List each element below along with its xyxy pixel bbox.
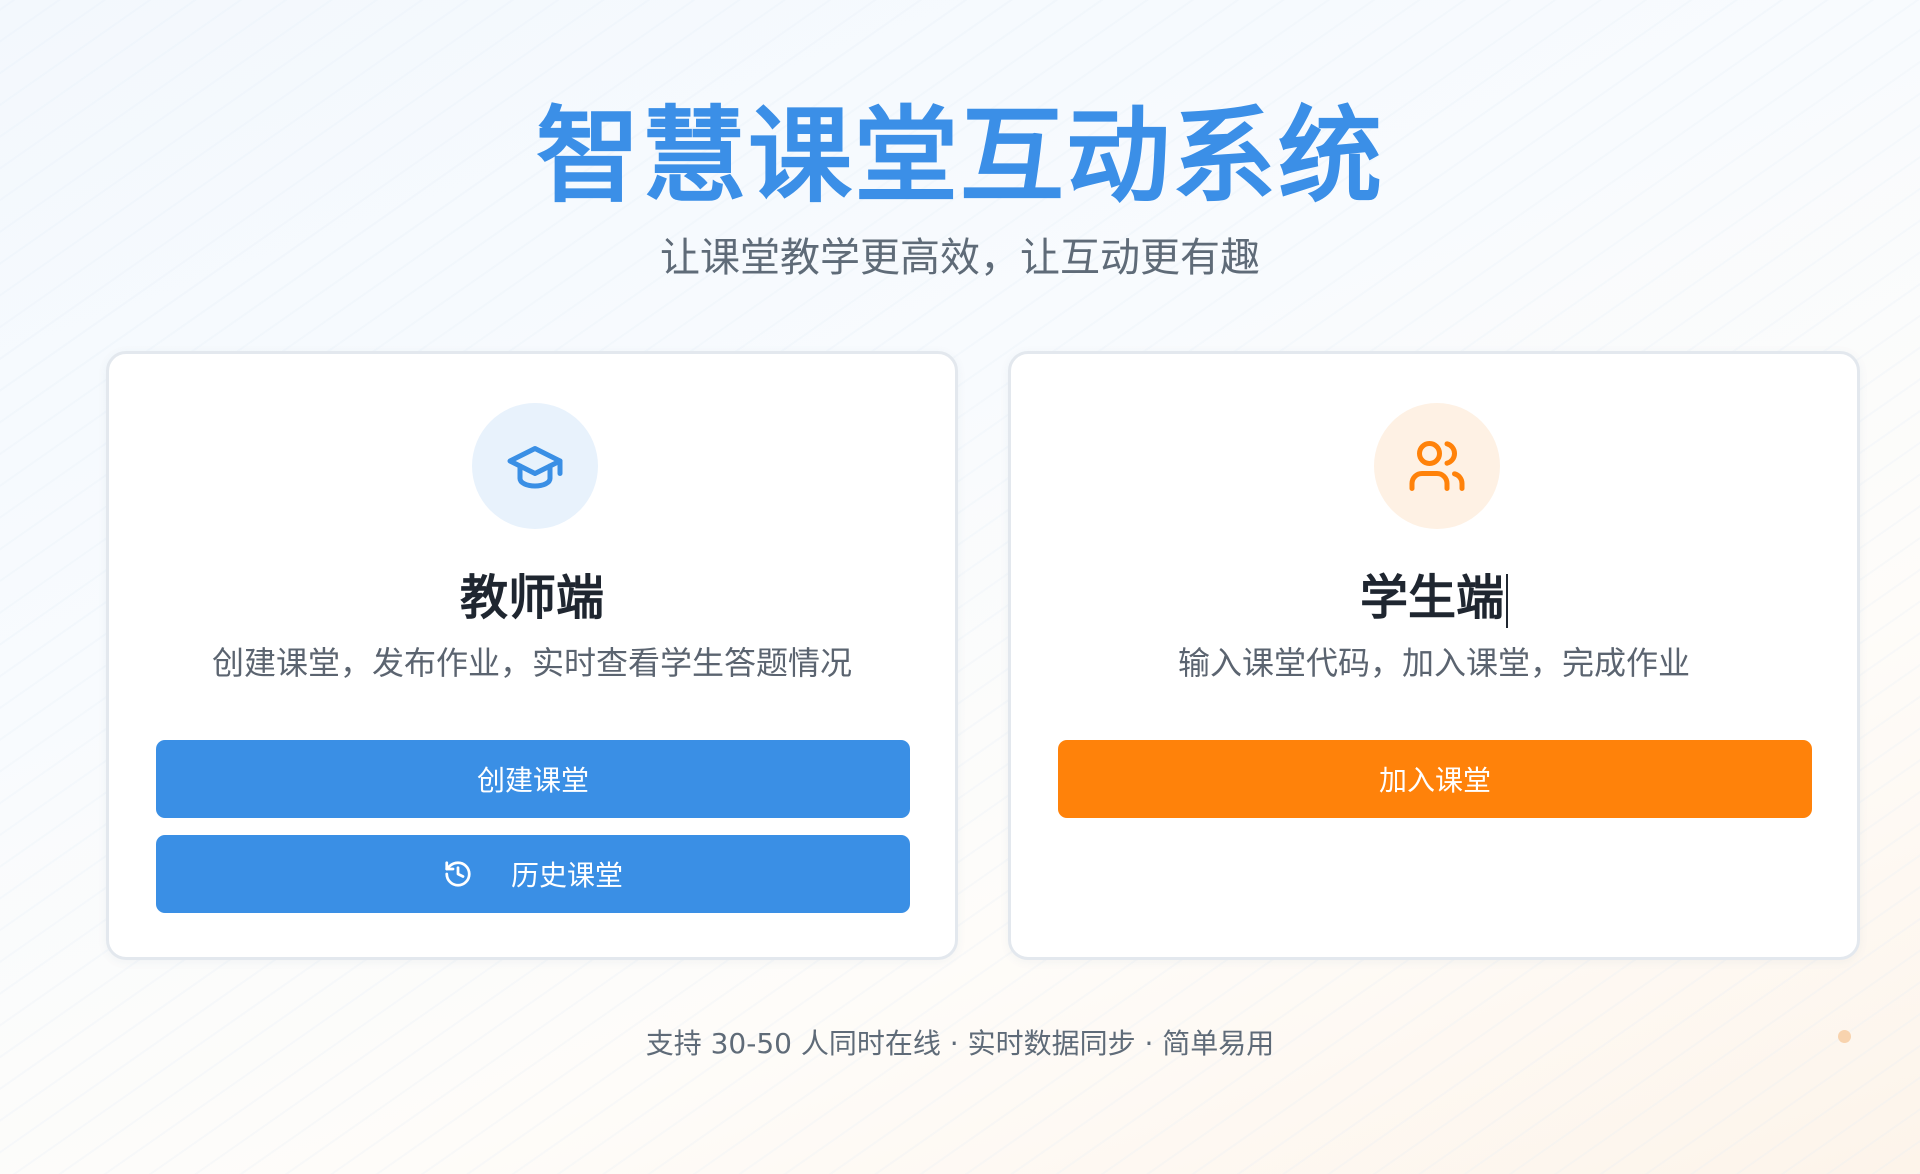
teacher-title: 教师端: [459, 570, 604, 626]
graduation-cap-icon: [507, 446, 563, 489]
student-description: 输入课堂代码，加入课堂，完成作业: [1177, 644, 1690, 682]
footer-tagline: 支持 30-50 人同时在线 · 实时数据同步 · 简单易用: [645, 1027, 1275, 1060]
join-classroom-button[interactable]: 加入课堂: [1058, 740, 1812, 818]
create-classroom-label: 创建课堂: [476, 764, 589, 797]
teacher-icon-badge: [472, 403, 598, 529]
student-card: 学生端 输入课堂代码，加入课堂，完成作业 加入课堂: [1008, 351, 1860, 960]
history-classroom-button[interactable]: 历史课堂: [156, 835, 910, 913]
create-classroom-button[interactable]: 创建课堂: [156, 740, 910, 818]
decorative-dot: [1838, 1030, 1851, 1043]
history-icon: [443, 859, 473, 889]
student-title-text: 学生端: [1359, 570, 1504, 626]
page-header: 智慧课堂互动系统 让课堂教学更高效，让互动更有趣: [0, 96, 1920, 282]
student-title: 学生端: [1011, 570, 1857, 628]
teacher-card: 教师端 创建课堂，发布作业，实时查看学生答题情况 创建课堂 历史课堂: [106, 351, 958, 960]
text-cursor: [1506, 574, 1508, 628]
page-title: 智慧课堂互动系统: [535, 95, 1384, 217]
teacher-description: 创建课堂，发布作业，实时查看学生答题情况: [211, 644, 852, 682]
history-classroom-label: 历史课堂: [510, 859, 623, 892]
join-classroom-label: 加入课堂: [1378, 764, 1491, 797]
student-icon-badge: [1374, 403, 1500, 529]
users-icon: [1409, 441, 1465, 491]
page-subtitle: 让课堂教学更高效，让互动更有趣: [660, 235, 1260, 281]
